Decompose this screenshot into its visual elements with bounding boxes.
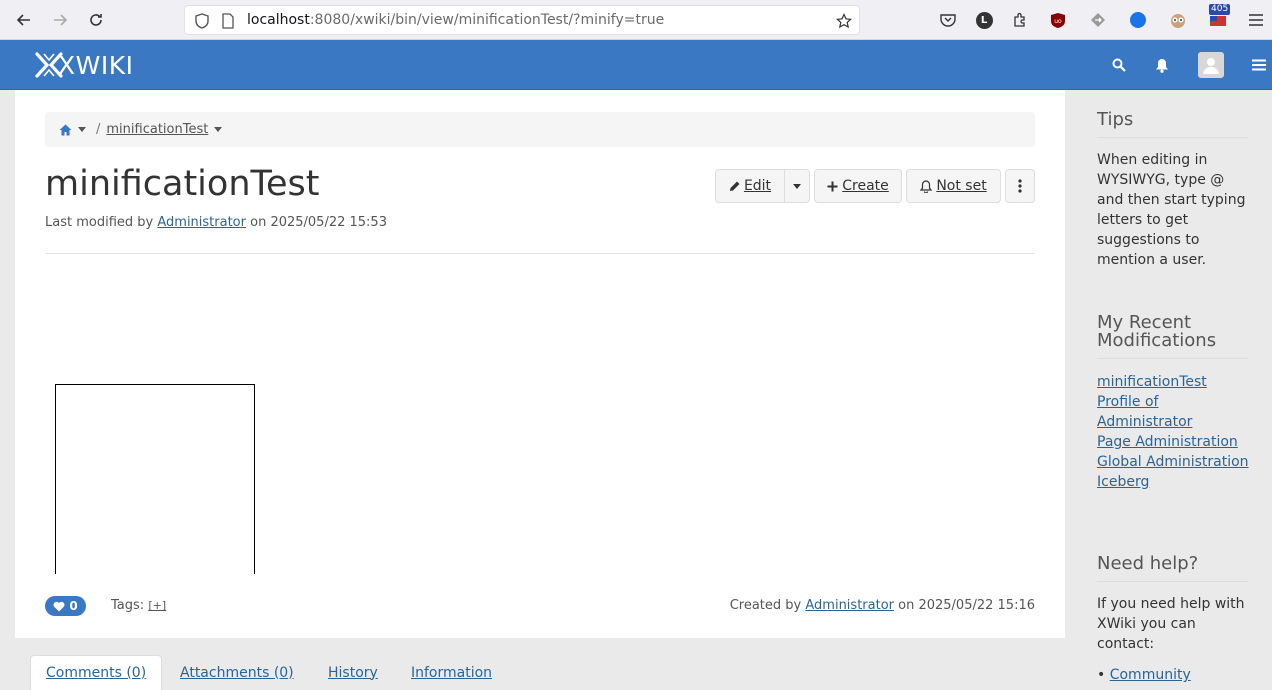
page-info-icon[interactable]	[219, 12, 237, 30]
breadcrumb-page-link[interactable]: minificationTest	[106, 122, 208, 137]
recent-link[interactable]: Global Administration	[1097, 452, 1257, 472]
shield-icon[interactable]	[193, 12, 211, 30]
created-user-link[interactable]: Administrator	[805, 598, 894, 613]
more-actions-button[interactable]	[1005, 169, 1035, 203]
forward-icon[interactable]	[48, 8, 72, 32]
arrow-extension-icon[interactable]	[1087, 9, 1109, 31]
help-list-item: • Community	[1097, 665, 1252, 685]
reload-icon[interactable]	[84, 8, 108, 32]
bullet: •	[1097, 667, 1110, 683]
url-bar[interactable]: localhost:8080/xwiki/bin/view/minificati…	[184, 5, 860, 35]
bell-outline-icon	[920, 179, 933, 193]
tab-information[interactable]: Information	[396, 655, 507, 690]
need-help-title: Need help?	[1097, 555, 1248, 582]
home-icon[interactable]	[59, 124, 72, 136]
home-dropdown-caret-icon[interactable]	[78, 127, 86, 132]
heart-icon	[53, 601, 65, 611]
tab-attachments[interactable]: Attachments (0)	[165, 655, 309, 690]
content-divider	[45, 253, 1035, 254]
caret-down-icon	[793, 183, 801, 189]
tab-history[interactable]: History	[313, 655, 393, 690]
drawer-menu-icon[interactable]	[1247, 53, 1271, 77]
flag-extension-icon[interactable]: 405	[1207, 4, 1231, 31]
content-box	[55, 384, 255, 574]
recent-modifications-title: My Recent Modifications	[1097, 314, 1248, 359]
extension-badge: 405	[1209, 4, 1231, 15]
last-modified-info: Last modified by Administrator on 2025/0…	[45, 215, 387, 230]
last-modified-user-link[interactable]: Administrator	[157, 215, 246, 230]
url-text: localhost:8080/xwiki/bin/view/minificati…	[247, 12, 665, 28]
tips-title: Tips	[1097, 111, 1248, 138]
tags-section: Tags: [+]	[111, 598, 167, 613]
tab-comments[interactable]: Comments (0)	[30, 655, 163, 690]
main-content: / minificationTest minificationTest Edit…	[15, 90, 1065, 638]
recent-link[interactable]: Page Administration	[1097, 432, 1257, 452]
breadcrumb-page-caret-icon[interactable]	[214, 127, 223, 132]
user-avatar-icon[interactable]	[1198, 52, 1224, 78]
tips-text: When editing in WYSIWYG, type @ and then…	[1097, 152, 1246, 268]
account-l-icon[interactable]: L	[973, 9, 995, 31]
logo-text: XWIKI	[58, 50, 134, 80]
add-tag-link[interactable]: [+]	[148, 599, 166, 612]
recent-modifications-list: minificationTest Profile of Administrato…	[1097, 372, 1257, 492]
breadcrumb-separator: /	[96, 122, 101, 137]
recent-link[interactable]: Profile of Administrator	[1097, 392, 1257, 432]
docextra-tabs: Comments (0) Attachments (0) History Inf…	[15, 655, 1065, 690]
pocket-icon[interactable]	[937, 9, 959, 31]
breadcrumb: / minificationTest	[45, 112, 1035, 147]
search-icon[interactable]	[1107, 53, 1131, 77]
page-title: minificationTest	[45, 164, 320, 204]
browser-toolbar: localhost:8080/xwiki/bin/view/minificati…	[0, 0, 1272, 40]
notifications-watch-button[interactable]: Not set	[906, 169, 1001, 203]
ublock-icon[interactable]: uo	[1047, 9, 1069, 31]
right-sidebar: Tips When editing in WYSIWYG, type @ and…	[1081, 90, 1272, 690]
create-button[interactable]: Create	[814, 169, 902, 203]
bookmark-star-icon[interactable]	[835, 12, 853, 30]
owl-extension-icon[interactable]	[1167, 9, 1189, 31]
pencil-icon	[729, 181, 740, 191]
edit-button[interactable]: Edit	[715, 169, 785, 203]
extensions-icon[interactable]	[1009, 9, 1031, 31]
community-link[interactable]: Community	[1110, 667, 1191, 683]
need-help-text: If you need help with XWiki you can cont…	[1097, 596, 1245, 652]
svg-text:uo: uo	[1054, 18, 1062, 25]
xwiki-logo[interactable]: XWIKI	[34, 50, 134, 80]
vertical-ellipsis-icon	[1018, 179, 1022, 193]
browser-menu-icon[interactable]	[1245, 9, 1267, 31]
recent-link[interactable]: Iceberg	[1097, 472, 1257, 492]
blue-circle-icon[interactable]	[1127, 9, 1149, 31]
recent-link[interactable]: minificationTest	[1097, 372, 1257, 392]
xwiki-header: XWIKI	[0, 40, 1272, 90]
plus-icon	[827, 181, 838, 191]
notifications-bell-icon[interactable]	[1150, 53, 1174, 77]
edit-dropdown-button[interactable]	[784, 169, 810, 203]
like-button[interactable]: 0	[45, 596, 86, 616]
like-count: 0	[69, 599, 78, 613]
back-icon[interactable]	[12, 8, 36, 32]
created-info: Created by Administrator on 2025/05/22 1…	[729, 598, 1035, 613]
